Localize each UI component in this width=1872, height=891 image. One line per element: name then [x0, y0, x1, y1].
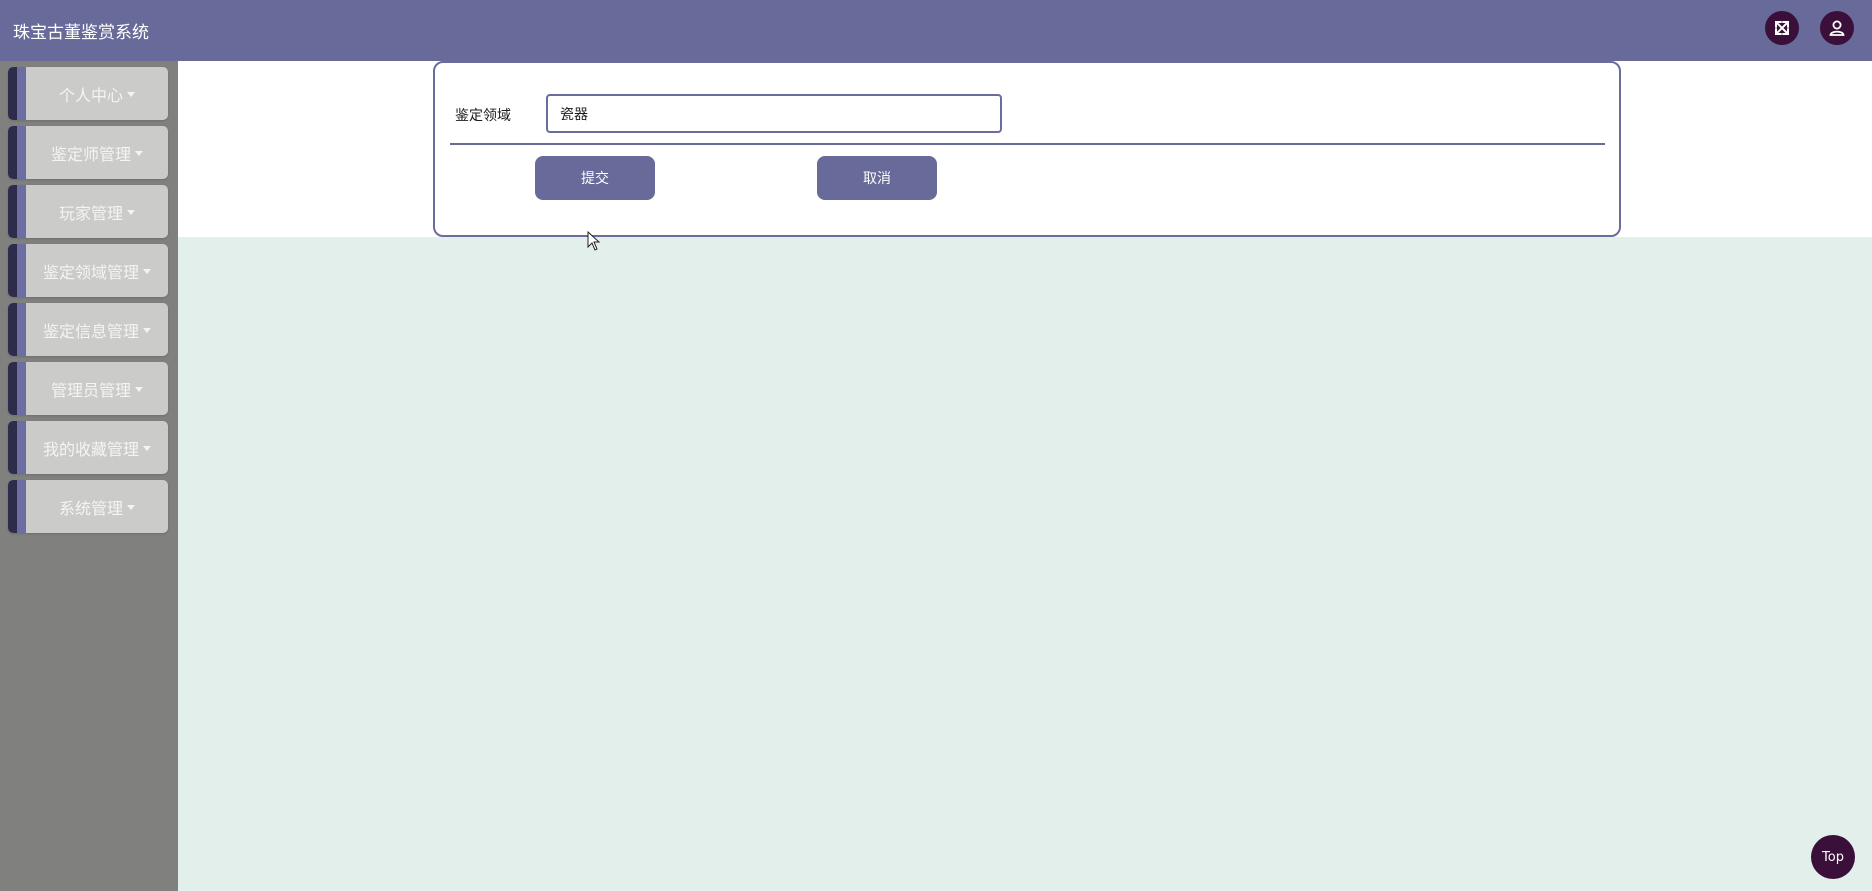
cancel-button[interactable]: 取消	[817, 156, 937, 200]
fullscreen-button[interactable]	[1765, 11, 1799, 45]
field-label: 鉴定领域	[455, 108, 511, 124]
expand-icon	[1775, 21, 1789, 35]
caret-down-icon	[143, 446, 151, 451]
caret-down-icon	[143, 328, 151, 333]
domain-input[interactable]	[546, 94, 1002, 133]
submit-button[interactable]: 提交	[535, 156, 655, 200]
menu-item-marker	[8, 185, 17, 238]
sidebar-item-favorites-management[interactable]: 我的收藏管理	[8, 421, 168, 474]
menu-item-accent	[17, 362, 26, 415]
sidebar-item-appraiser-management[interactable]: 鉴定师管理	[8, 126, 168, 179]
sidebar-item-system-management[interactable]: 系统管理	[8, 480, 168, 533]
sidebar-item-label: 管理员管理	[50, 380, 131, 400]
caret-down-icon	[127, 210, 135, 215]
menu-item-marker	[8, 126, 17, 179]
sidebar-item-label: 玩家管理	[58, 203, 123, 223]
caret-down-icon	[143, 269, 151, 274]
menu-item-marker	[8, 362, 17, 415]
user-icon	[1829, 20, 1845, 36]
caret-down-icon	[135, 387, 143, 392]
user-menu-button[interactable]	[1820, 11, 1854, 45]
edit-form: 鉴定领域 提交 取消	[433, 61, 1621, 237]
menu-item-accent	[17, 185, 26, 238]
caret-down-icon	[127, 92, 135, 97]
sidebar-item-player-management[interactable]: 玩家管理	[8, 185, 168, 238]
sidebar-item-domain-management[interactable]: 鉴定领域管理	[8, 244, 168, 297]
caret-down-icon	[135, 151, 143, 156]
menu-item-accent	[17, 67, 26, 120]
sidebar-item-label: 鉴定师管理	[50, 144, 131, 164]
sidebar-item-personal-center[interactable]: 个人中心	[8, 67, 168, 120]
menu-item-accent	[17, 303, 26, 356]
menu-item-marker	[8, 303, 17, 356]
sidebar-item-label: 鉴定领域管理	[42, 262, 139, 282]
sidebar-item-label: 个人中心	[58, 85, 123, 105]
menu-item-accent	[17, 421, 26, 474]
menu-item-marker	[8, 421, 17, 474]
caret-down-icon	[127, 505, 135, 510]
app-title: 珠宝古董鉴赏系统	[13, 23, 149, 43]
sidebar-item-label: 鉴定信息管理	[42, 321, 139, 341]
sidebar-item-admin-management[interactable]: 管理员管理	[8, 362, 168, 415]
sidebar-item-label: 我的收藏管理	[42, 439, 139, 459]
sidebar-item-label: 系统管理	[58, 498, 123, 518]
menu-item-accent	[17, 126, 26, 179]
top-header: 珠宝古董鉴赏系统	[0, 0, 1872, 61]
menu-item-accent	[17, 480, 26, 533]
form-divider	[450, 143, 1605, 145]
menu-item-accent	[17, 244, 26, 297]
menu-item-marker	[8, 67, 17, 120]
sidebar-item-appraisal-info-management[interactable]: 鉴定信息管理	[8, 303, 168, 356]
menu-item-marker	[8, 244, 17, 297]
back-to-top-button[interactable]: Top	[1811, 835, 1855, 879]
menu-item-marker	[8, 480, 17, 533]
mouse-cursor-icon	[587, 230, 601, 255]
sidebar: 个人中心 鉴定师管理 玩家管理 鉴定领域管理 鉴定信息管理 管理员管理 我的收藏…	[0, 61, 178, 891]
